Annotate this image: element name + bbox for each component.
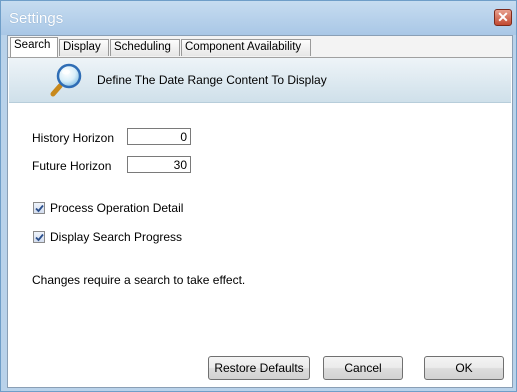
restore-defaults-button[interactable]: Restore Defaults xyxy=(208,356,310,380)
info-note: Changes require a search to take effect. xyxy=(32,273,246,287)
tab-search[interactable]: Search xyxy=(10,37,58,57)
check-icon xyxy=(35,233,44,242)
banner-title: Define The Date Range Content To Display xyxy=(97,73,327,87)
close-icon: ✕ xyxy=(497,9,509,25)
tab-scheduling[interactable]: Scheduling xyxy=(110,39,180,56)
future-horizon-input[interactable] xyxy=(127,156,191,173)
magnifier-icon xyxy=(49,61,85,102)
window-title: Settings xyxy=(9,10,64,27)
future-horizon-label: Future Horizon xyxy=(32,159,112,173)
process-operation-detail-checkbox[interactable] xyxy=(33,202,45,214)
history-horizon-input[interactable] xyxy=(127,128,191,145)
display-search-progress-label[interactable]: Display Search Progress xyxy=(50,230,182,244)
title-bar[interactable]: Settings ✕ xyxy=(1,1,516,35)
ok-button[interactable]: OK xyxy=(424,356,504,380)
header-banner: Define The Date Range Content To Display xyxy=(9,58,511,103)
cancel-button[interactable]: Cancel xyxy=(323,356,403,380)
settings-dialog: Settings ✕ Search Display Scheduling Com… xyxy=(0,0,517,392)
display-search-progress-checkbox[interactable] xyxy=(33,231,45,243)
close-button[interactable]: ✕ xyxy=(494,9,512,26)
dialog-content: Search Display Scheduling Component Avai… xyxy=(7,35,513,388)
process-operation-detail-label[interactable]: Process Operation Detail xyxy=(50,201,183,215)
tab-display[interactable]: Display xyxy=(59,39,109,56)
history-horizon-label: History Horizon xyxy=(32,131,115,145)
check-icon xyxy=(35,204,44,213)
tab-component-availability[interactable]: Component Availability xyxy=(181,39,311,56)
tab-strip: Search Display Scheduling Component Avai… xyxy=(8,36,512,58)
